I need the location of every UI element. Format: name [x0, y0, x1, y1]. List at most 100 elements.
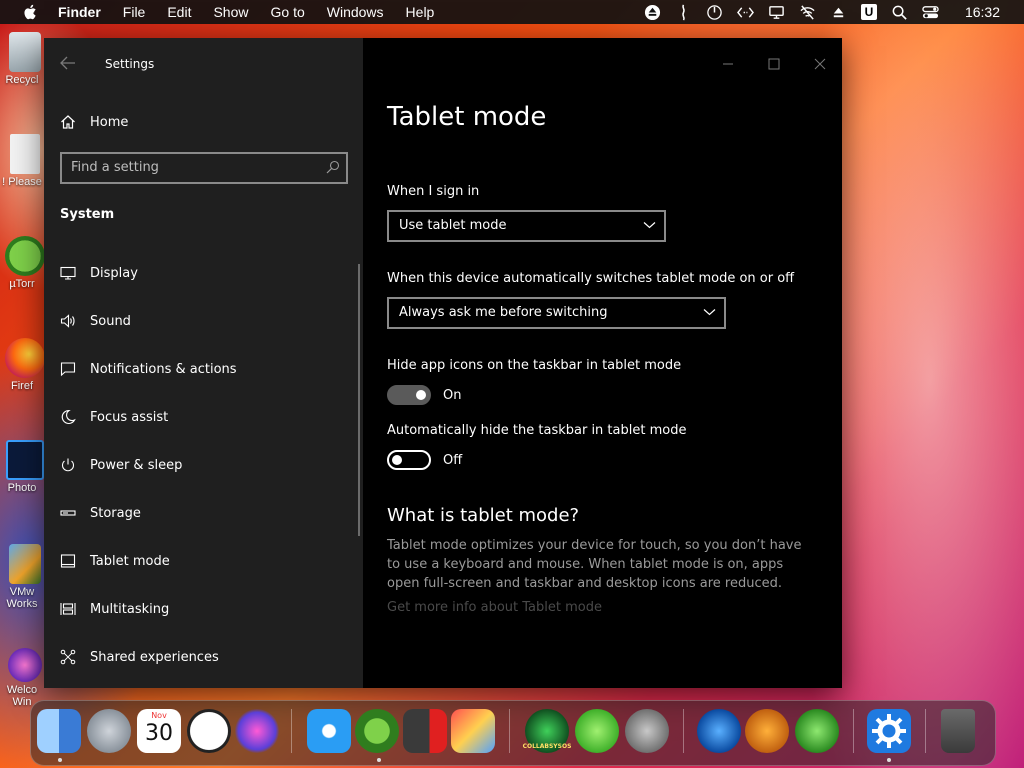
desktop-icon-utorrent[interactable]: µTorr [0, 236, 50, 290]
nav-item-tablet-mode[interactable]: Tablet mode [44, 537, 363, 585]
desktop-icon-label: VMw Works [6, 586, 38, 610]
system-preferences-icon[interactable] [867, 709, 911, 753]
nav-home[interactable]: Home [60, 112, 128, 132]
wifi-off-icon[interactable] [799, 4, 816, 21]
menu-help[interactable]: Help [406, 4, 435, 20]
multitasking-icon [60, 603, 76, 615]
close-icon[interactable] [812, 56, 828, 72]
system-nav-list: Display Sound Notifications & actions Fo… [44, 249, 363, 681]
nav-item-storage[interactable]: Storage [44, 489, 363, 537]
hide-taskbar-toggle[interactable] [387, 450, 431, 470]
desktop-icon-label: Photo [7, 482, 37, 494]
dock-separator [509, 709, 510, 753]
menu-go-to[interactable]: Go to [271, 4, 305, 20]
desktop-icon-label: µTorr [9, 278, 35, 290]
desktop-icon-vmware[interactable]: VMw Works [0, 544, 50, 610]
nav-item-label: Notifications & actions [90, 361, 237, 377]
safari-icon[interactable] [307, 709, 351, 753]
more-info-link[interactable]: Get more info about Tablet mode [387, 600, 602, 615]
u-app-icon[interactable]: U [860, 4, 877, 20]
utilities-icon[interactable] [625, 709, 669, 753]
power-icon[interactable] [706, 4, 723, 21]
photo-booth-icon[interactable] [451, 709, 495, 753]
calendar-icon[interactable]: Nov 30 [137, 709, 181, 753]
nav-item-label: Tablet mode [90, 553, 170, 569]
desktop-icon-firefox[interactable]: Firef [0, 338, 50, 392]
chevron-down-icon [703, 309, 716, 316]
finder-icon[interactable] [37, 709, 81, 753]
control-center-icon[interactable] [922, 4, 939, 21]
eject-icon[interactable] [830, 4, 847, 21]
menu-windows[interactable]: Windows [327, 4, 384, 20]
signin-label: When I sign in [387, 184, 480, 199]
chevron-down-icon [643, 222, 656, 229]
www-icon[interactable] [697, 709, 741, 753]
nav-item-shared-experiences[interactable]: Shared experiences [44, 633, 363, 681]
nav-item-focus-assist[interactable]: Focus assist [44, 393, 363, 441]
menu-edit[interactable]: Edit [167, 4, 191, 20]
firefox-icon [5, 338, 45, 378]
dock: Nov 30 COLLABSYSOS [30, 700, 996, 766]
nav-item-power-sleep[interactable]: Power & sleep [44, 441, 363, 489]
network-icon[interactable] [795, 709, 839, 753]
code-icon[interactable] [736, 4, 754, 21]
moon-icon [61, 409, 76, 424]
dock-separator [291, 709, 292, 753]
nav-item-label: Power & sleep [90, 457, 183, 473]
section-heading: System [60, 207, 115, 222]
launchpad-icon[interactable] [87, 709, 131, 753]
maximize-icon[interactable] [766, 56, 782, 72]
dock-separator [683, 709, 684, 753]
nav-item-display[interactable]: Display [44, 249, 363, 297]
running-indicator [377, 758, 381, 762]
battery-status-icon[interactable] [675, 4, 692, 21]
tablet-icon [60, 554, 76, 568]
utorrent-icon[interactable] [355, 709, 399, 753]
hide-icons-toggle[interactable] [387, 385, 431, 405]
menu-show[interactable]: Show [213, 4, 248, 20]
toggle-knob [416, 390, 426, 400]
collabsysos-icon[interactable]: COLLABSYSOS [523, 709, 571, 753]
back-arrow-icon[interactable] [60, 56, 76, 70]
desktop-icon-photoshop[interactable]: Photo [0, 440, 50, 494]
nav-item-multitasking[interactable]: Multitasking [44, 585, 363, 633]
gear-icon [872, 714, 906, 748]
switch-dropdown[interactable]: Always ask me before switching [387, 297, 726, 329]
eject-icon[interactable] [644, 4, 661, 21]
display-icon[interactable] [768, 4, 785, 21]
hide-taskbar-state: Off [443, 453, 463, 468]
nav-item-label: Focus assist [90, 409, 169, 425]
minimize-icon[interactable] [720, 56, 736, 72]
download-icon[interactable] [745, 709, 789, 753]
desktop-icon-please[interactable]: ! Please [0, 134, 50, 188]
link-icon[interactable] [575, 709, 619, 753]
sidebar-scrollbar[interactable] [358, 264, 360, 536]
what-is-heading: What is tablet mode? [387, 505, 580, 526]
desktop-icon-recycle-bin[interactable]: Recycl [0, 32, 50, 86]
menu-clock[interactable]: 16:32 [965, 4, 1000, 20]
page-title: Tablet mode [387, 102, 547, 132]
clock-icon[interactable] [187, 709, 231, 753]
toggle-knob [392, 455, 402, 465]
menu-finder[interactable]: Finder [58, 4, 101, 20]
notification-icon [60, 362, 76, 377]
running-indicator [58, 758, 62, 762]
trash-icon[interactable] [941, 709, 975, 753]
nav-item-sound[interactable]: Sound [44, 297, 363, 345]
monitor-icon [60, 266, 76, 280]
desktop-icon-welcome[interactable]: Welco Win [0, 648, 50, 708]
hide-taskbar-label: Automatically hide the taskbar in tablet… [387, 423, 687, 438]
signin-dropdown[interactable]: Use tablet mode [387, 210, 666, 242]
collabsysos-label: COLLABSYSOS [522, 743, 572, 750]
search-icon[interactable] [891, 4, 908, 21]
what-is-description: Tablet mode optimizes your device for to… [387, 538, 802, 591]
siri-icon[interactable] [235, 709, 279, 753]
find-setting-input[interactable]: Find a setting [60, 152, 348, 184]
apple-icon[interactable] [22, 3, 40, 21]
settings-sidebar: Settings Home Find a setting System Disp… [44, 38, 363, 688]
parallels-icon[interactable] [403, 709, 447, 753]
search-placeholder: Find a setting [71, 160, 159, 175]
menu-file[interactable]: File [123, 4, 146, 20]
nav-item-notifications[interactable]: Notifications & actions [44, 345, 363, 393]
dock-separator [925, 709, 926, 753]
